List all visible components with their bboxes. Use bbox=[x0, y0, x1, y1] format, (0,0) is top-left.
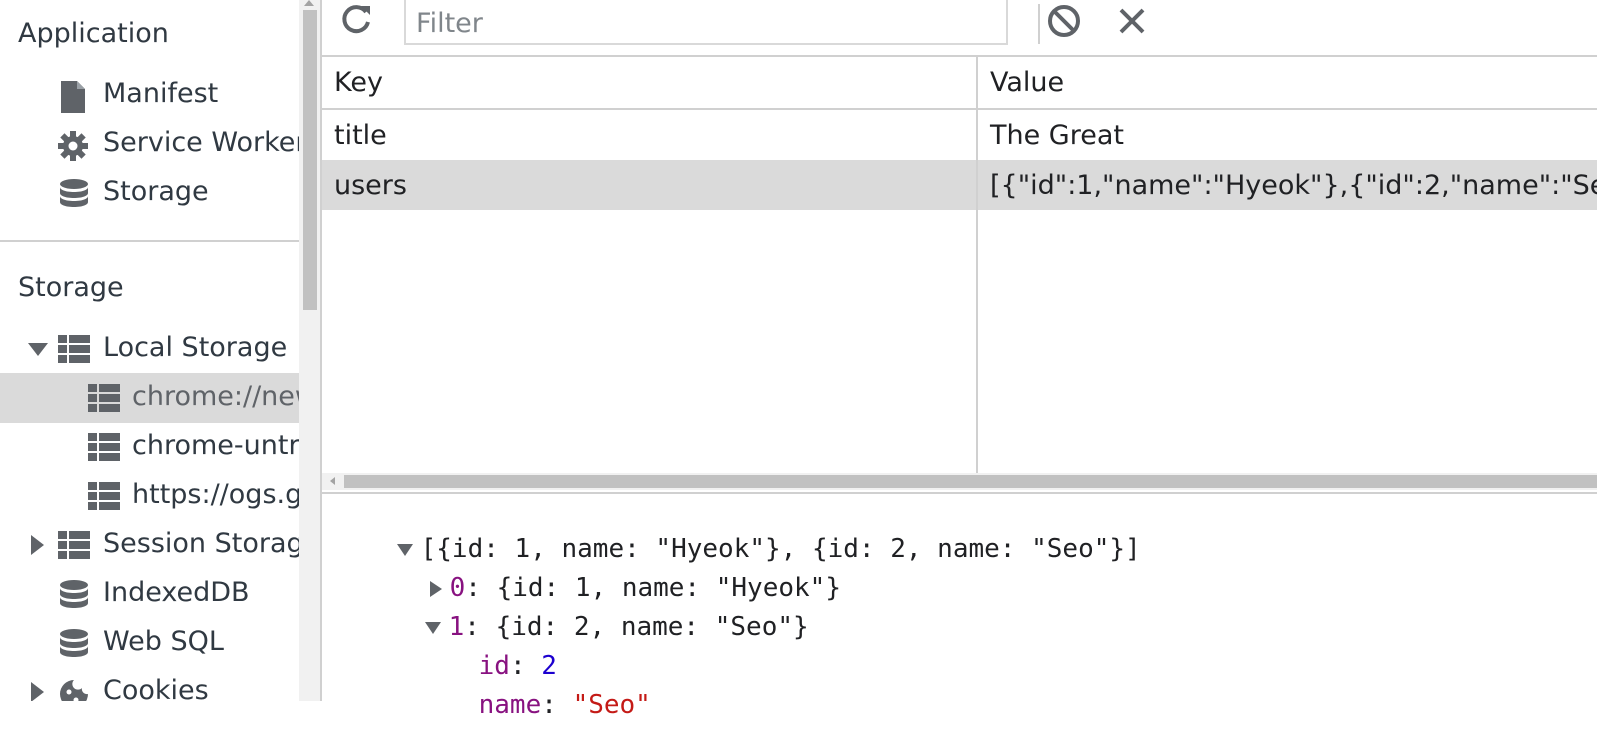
sidebar-item-manifest[interactable]: Manifest bbox=[0, 70, 299, 120]
sidebar-item-service-workers[interactable]: Service Workers bbox=[0, 119, 299, 169]
sidebar-item-session-storage[interactable]: Session Storage bbox=[0, 520, 299, 570]
grid-icon bbox=[58, 335, 90, 365]
grid-horizontal-scrollbar[interactable] bbox=[322, 473, 1597, 490]
sidebar-item-local-storage[interactable]: Local Storage bbox=[0, 324, 299, 374]
sidebar-item-label: Local Storage bbox=[103, 332, 288, 363]
refresh-button[interactable] bbox=[336, 2, 376, 42]
cookie-icon bbox=[58, 678, 90, 701]
database-icon bbox=[58, 629, 90, 659]
property-value: "Seo" bbox=[572, 690, 651, 720]
column-header-key[interactable]: Key bbox=[334, 67, 383, 98]
grid-icon bbox=[58, 531, 90, 561]
delete-selected-button[interactable] bbox=[1112, 3, 1152, 43]
preview-prop-name: name: "Seo" bbox=[478, 690, 651, 720]
storage-toolbar bbox=[322, 0, 1597, 57]
sidebar-item-label: Manifest bbox=[103, 78, 219, 109]
sidebar-item-label: Service Workers bbox=[103, 127, 299, 158]
sidebar-item-ogs-google[interactable]: https://ogs.google.com bbox=[0, 471, 299, 521]
sidebar-item-chrome-new-tab[interactable]: chrome://new-tab-page bbox=[0, 373, 299, 423]
sidebar-item-chrome-untrusted[interactable]: chrome-untrusted://new-tab-page bbox=[0, 422, 299, 472]
row-value: [{"id":1,"name":"Hyeok"},{"id":2,"name":… bbox=[990, 170, 1597, 201]
sidebar-scrollbar-thumb[interactable] bbox=[303, 10, 317, 310]
row-value: The Great bbox=[990, 120, 1124, 151]
column-divider[interactable] bbox=[976, 57, 978, 475]
sidebar-item-label: IndexedDB bbox=[103, 577, 250, 608]
expand-arrow-icon[interactable] bbox=[28, 343, 48, 356]
document-icon bbox=[58, 81, 90, 113]
storage-section-title: Storage bbox=[18, 272, 124, 303]
block-icon bbox=[1046, 3, 1082, 43]
sidebar-item-label: chrome-untrusted://new-tab-page bbox=[132, 430, 299, 461]
sidebar-item-label: Web SQL bbox=[103, 626, 224, 657]
grid-icon bbox=[88, 433, 120, 463]
sidebar-item-label: Storage bbox=[103, 176, 209, 207]
sidebar-item-label: https://ogs.google.com bbox=[132, 479, 299, 510]
sidebar-item-storage[interactable]: Storage bbox=[0, 168, 299, 218]
section-divider bbox=[0, 240, 299, 242]
row-key: users bbox=[334, 170, 407, 201]
storage-data-grid: Key Value title The Great users [{"id":1… bbox=[322, 57, 1597, 475]
scroll-left-arrow-icon[interactable] bbox=[330, 477, 335, 485]
sidebar-item-web-sql[interactable]: Web SQL bbox=[0, 618, 299, 668]
close-icon bbox=[1117, 6, 1147, 40]
expand-arrow-icon[interactable] bbox=[31, 682, 44, 701]
sidebar-scrollbar[interactable] bbox=[299, 0, 320, 701]
grid-header: Key Value bbox=[322, 57, 1597, 110]
sidebar-item-cookies[interactable]: Cookies bbox=[0, 667, 299, 701]
column-header-value[interactable]: Value bbox=[990, 67, 1064, 98]
sidebar-item-indexeddb[interactable]: IndexedDB bbox=[0, 569, 299, 619]
clear-all-button[interactable] bbox=[1044, 3, 1084, 43]
sidebar-item-label: Cookies bbox=[103, 675, 209, 701]
database-icon bbox=[58, 580, 90, 610]
table-row[interactable]: title The Great bbox=[322, 110, 1597, 160]
toolbar-separator bbox=[1038, 4, 1040, 44]
row-key: title bbox=[334, 120, 387, 151]
sidebar: Application Manifest Service Workers Sto… bbox=[0, 0, 299, 701]
grid-icon bbox=[88, 482, 120, 512]
property-key: name bbox=[478, 690, 542, 720]
application-section-title: Application bbox=[18, 18, 169, 49]
table-row-selected[interactable]: users [{"id":1,"name":"Hyeok"},{"id":2,"… bbox=[322, 160, 1597, 210]
sidebar-item-label: chrome://new-tab-page bbox=[132, 381, 299, 412]
database-icon bbox=[58, 179, 90, 209]
filter-input[interactable] bbox=[404, 0, 1008, 45]
grid-icon bbox=[88, 384, 120, 414]
value-preview: [{id: 1, name: "Hyeok"}, {id: 2, name: "… bbox=[322, 494, 1597, 720]
expand-arrow-icon[interactable] bbox=[31, 535, 44, 555]
grid-scrollbar-thumb[interactable] bbox=[344, 475, 1597, 488]
sidebar-item-label: Session Storage bbox=[103, 528, 299, 559]
refresh-icon bbox=[339, 3, 373, 41]
gear-icon bbox=[56, 130, 88, 161]
scroll-up-arrow-icon[interactable] bbox=[304, 0, 314, 6]
